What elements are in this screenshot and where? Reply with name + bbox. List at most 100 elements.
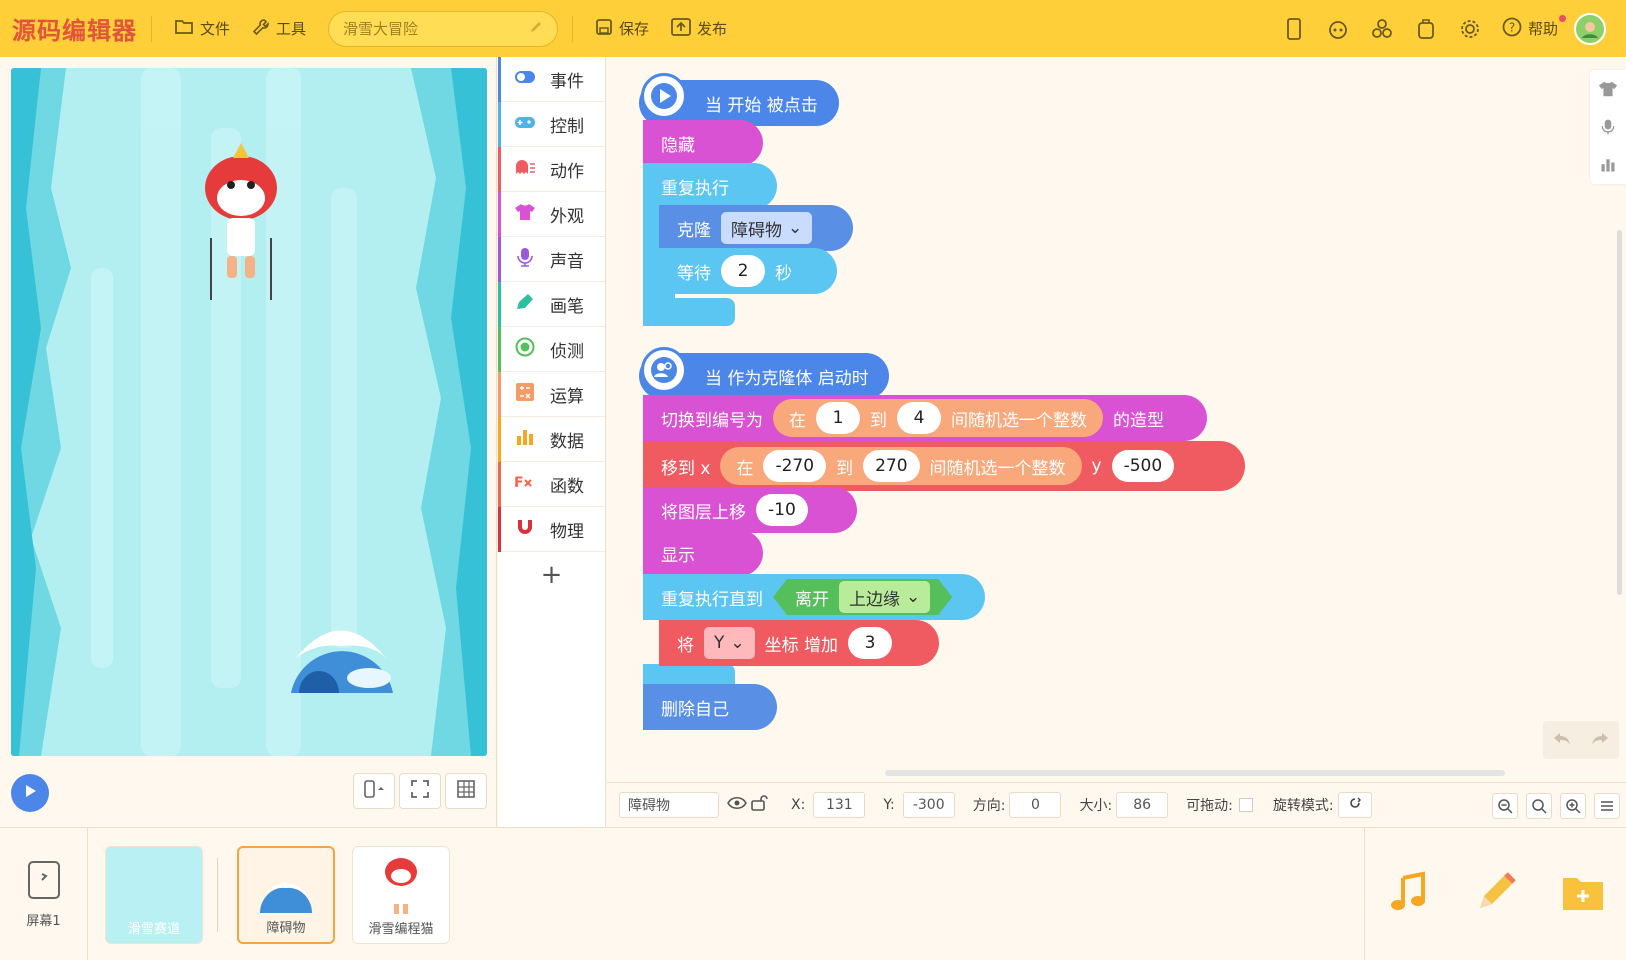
category-pen[interactable]: 画笔 xyxy=(498,282,605,327)
grid-toggle-button[interactable] xyxy=(445,773,487,809)
axis-dropdown[interactable]: Y ⌄ xyxy=(704,627,755,659)
block-label: 秒 xyxy=(775,263,792,284)
direction-label: 方向: xyxy=(972,798,1006,814)
lock-icon[interactable] xyxy=(751,795,769,815)
stage-canvas[interactable] xyxy=(11,68,487,756)
modules-icon[interactable] xyxy=(1360,18,1404,40)
hat-label: 当 作为克隆体 启动时 xyxy=(705,368,869,389)
tools-menu-button[interactable]: 工具 xyxy=(252,18,306,40)
category-sensing[interactable]: 侦测 xyxy=(498,327,605,372)
zoom-out-icon[interactable] xyxy=(1492,792,1518,819)
sprite-thumb-background[interactable]: 滑雪赛道 xyxy=(105,846,203,944)
category-physics[interactable]: 物理 xyxy=(498,507,605,552)
size-input[interactable]: 86 xyxy=(1116,792,1169,818)
block-label: 显示 xyxy=(661,545,695,566)
menu-icon[interactable] xyxy=(1594,792,1620,819)
sprite-thumb-obstacle[interactable]: 障碍物 xyxy=(237,846,335,944)
sprite-name-input[interactable]: 障碍物 xyxy=(619,792,719,818)
touching-edge-boolean[interactable]: 离开 上边缘 ⌄ xyxy=(773,579,952,615)
c-block-body xyxy=(643,298,735,326)
random-from-input[interactable]: 1 xyxy=(816,402,860,434)
device-select-button[interactable] xyxy=(353,773,395,809)
edge-dropdown[interactable]: 上边缘 ⌄ xyxy=(839,581,930,613)
zoom-reset-icon[interactable] xyxy=(1526,792,1552,819)
change-value-input[interactable]: 3 xyxy=(848,627,893,659)
delete-clone-block[interactable]: 删除自己 xyxy=(643,684,777,730)
layer-up-block[interactable]: 将图层上移 -10 xyxy=(643,487,857,533)
phone-preview-icon[interactable] xyxy=(1272,17,1316,40)
category-sound[interactable]: 声音 xyxy=(498,237,605,282)
project-title-input[interactable]: 滑雪大冒险 xyxy=(328,10,559,47)
category-looks[interactable]: 外观 xyxy=(498,192,605,237)
vertical-scrollbar[interactable] xyxy=(1617,230,1622,595)
help-button[interactable]: ? 帮助 xyxy=(1502,14,1566,41)
draggable-checkbox[interactable] xyxy=(1238,798,1253,812)
category-label: 运算 xyxy=(550,386,584,407)
switch-costume-block[interactable]: 切换到编号为 在 1 到 4 间随机选一个整数 的造型 xyxy=(643,395,1207,441)
costume-shirt-icon[interactable] xyxy=(1590,70,1626,108)
clone-target-dropdown[interactable]: 障碍物 ⌄ xyxy=(721,212,813,244)
skier-cat-image xyxy=(385,858,417,914)
category-events[interactable]: 事件 xyxy=(498,57,605,102)
y-input[interactable]: -300 xyxy=(902,792,955,818)
wait-block[interactable]: 等待 2 秒 xyxy=(659,248,837,294)
layer-input[interactable]: -10 xyxy=(756,494,808,526)
variables-chart-icon[interactable] xyxy=(1590,146,1626,184)
category-data[interactable]: 数据 xyxy=(498,417,605,462)
save-button[interactable]: 保存 xyxy=(595,18,649,40)
app-logo[interactable]: 源码编辑器 xyxy=(12,11,137,46)
clone-block[interactable]: 克隆 障碍物 ⌄ xyxy=(659,205,853,251)
fullscreen-button[interactable] xyxy=(399,773,441,809)
run-button[interactable] xyxy=(11,774,49,812)
sprite-list-bar: 屏幕1 滑雪赛道 障碍物 滑雪编程猫 xyxy=(0,827,1626,960)
direction-input[interactable]: 0 xyxy=(1009,792,1062,818)
robot-icon[interactable] xyxy=(1316,18,1360,40)
toggle-icon xyxy=(514,69,536,89)
paint-pencil-icon[interactable] xyxy=(1474,870,1518,918)
repeat-until-block[interactable]: 重复执行直到 离开 上边缘 ⌄ xyxy=(643,574,985,620)
add-extension-button[interactable]: + xyxy=(498,552,605,597)
show-block[interactable]: 显示 xyxy=(643,530,763,576)
goto-xy-block[interactable]: 移到 x 在 -270 到 270 间随机选一个整数 y -500 xyxy=(643,441,1245,491)
redo-icon[interactable] xyxy=(1591,731,1609,750)
stage-controls xyxy=(11,769,487,813)
random-from-input[interactable]: -270 xyxy=(763,450,827,482)
x-input[interactable]: 131 xyxy=(813,792,866,818)
random-to-input[interactable]: 270 xyxy=(863,450,920,482)
publish-button[interactable]: 发布 xyxy=(671,17,727,40)
add-folder-icon[interactable] xyxy=(1561,872,1605,916)
sprite-properties-bar: 障碍物 X: 131 Y: -300 方向: 0 大小: 86 可拖动: 旋转模… xyxy=(607,782,1626,827)
y-input[interactable]: -500 xyxy=(1111,450,1175,482)
sound-mic-icon[interactable] xyxy=(1590,108,1626,146)
undo-icon[interactable] xyxy=(1553,731,1571,750)
category-label: 物理 xyxy=(550,521,584,542)
sprite-thumb-cat[interactable]: 滑雪编程猫 xyxy=(352,846,450,944)
wait-seconds-input[interactable]: 2 xyxy=(721,255,765,287)
horizontal-scrollbar[interactable] xyxy=(885,770,1505,776)
music-note-icon[interactable] xyxy=(1387,870,1431,918)
visibility-eye-icon[interactable] xyxy=(727,796,747,814)
category-operators[interactable]: 运算 xyxy=(498,372,605,417)
random-int-reporter[interactable]: 在 1 到 4 间随机选一个整数 xyxy=(773,399,1103,437)
code-workspace[interactable]: 当 开始 被点击 隐藏 重复执行 克隆 障碍物 ⌄ 等待 2 秒 当 作为克隆体 … xyxy=(607,57,1626,782)
category-motion[interactable]: 动作 xyxy=(498,147,605,192)
upload-icon xyxy=(671,17,691,40)
user-avatar[interactable] xyxy=(1574,12,1606,45)
category-label: 画笔 xyxy=(550,296,584,317)
project-title-text: 滑雪大冒险 xyxy=(343,20,419,38)
svg-text:?: ? xyxy=(1509,20,1515,34)
block-label: 重复执行直到 xyxy=(661,589,763,610)
category-control[interactable]: 控制 xyxy=(498,102,605,147)
file-menu-button[interactable]: 文件 xyxy=(174,18,230,40)
repeat-forever-block[interactable]: 重复执行 xyxy=(643,163,777,209)
hide-block[interactable]: 隐藏 xyxy=(643,120,763,166)
backpack-icon[interactable] xyxy=(1404,18,1448,40)
category-functions[interactable]: F 函数 xyxy=(498,462,605,507)
settings-gear-icon[interactable] xyxy=(1448,18,1492,40)
screen-selector[interactable]: 屏幕1 xyxy=(0,828,88,960)
zoom-in-icon[interactable] xyxy=(1560,792,1586,819)
change-coordinate-block[interactable]: 将 Y ⌄ 坐标 增加 3 xyxy=(659,620,939,666)
random-int-reporter[interactable]: 在 -270 到 270 间随机选一个整数 xyxy=(720,447,1082,485)
rotation-mode-dropdown[interactable] xyxy=(1337,792,1372,818)
random-to-input[interactable]: 4 xyxy=(897,402,941,434)
